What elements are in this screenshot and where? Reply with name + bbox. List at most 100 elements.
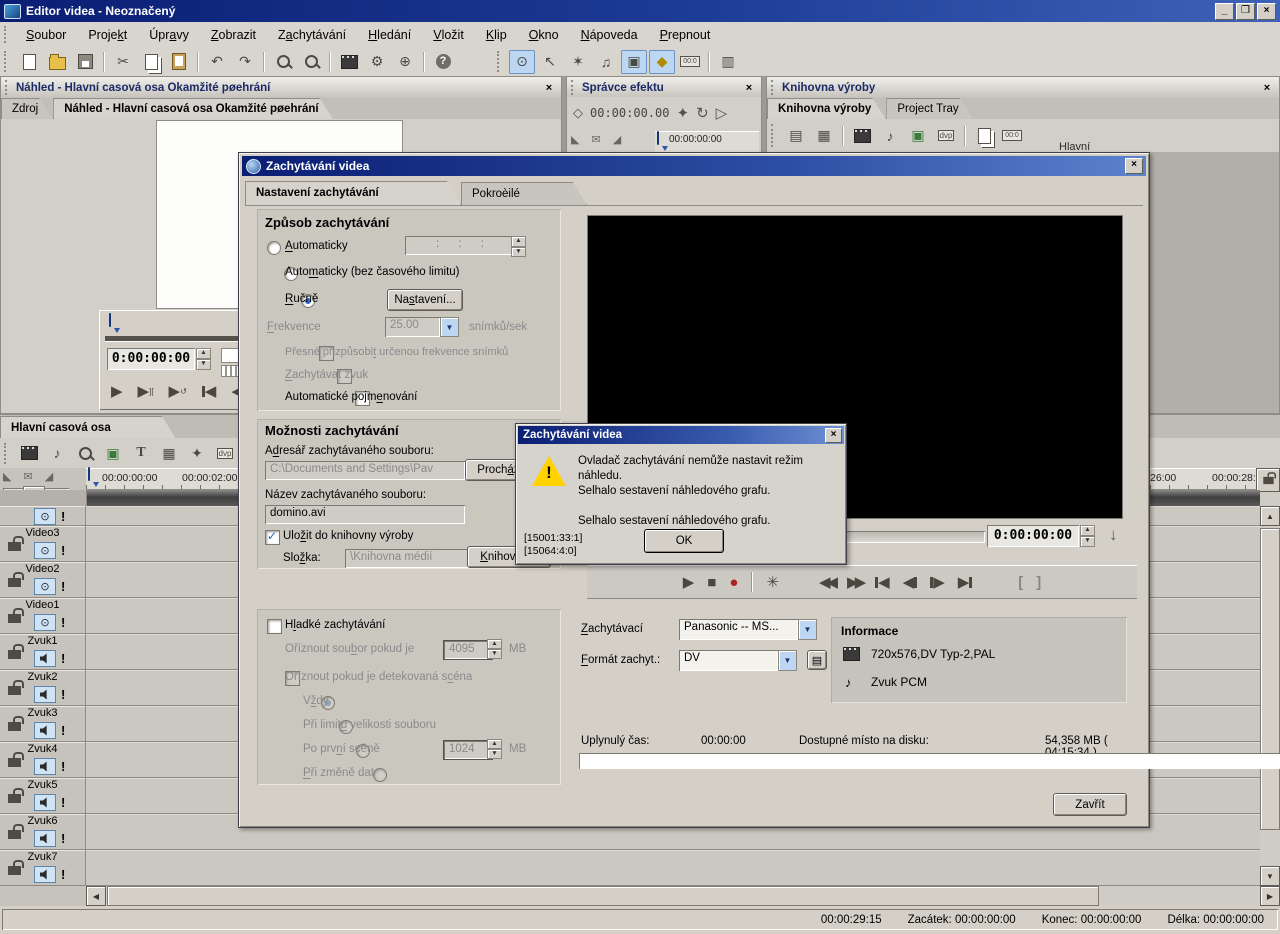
- add-image-button[interactable]: ▣: [905, 124, 931, 148]
- menu-item[interactable]: Hledání: [357, 26, 422, 44]
- track-header[interactable]: Zvuk7 ⊙ !: [0, 850, 86, 886]
- scene-size-field[interactable]: 1024: [443, 740, 493, 760]
- minimize-button[interactable]: _: [1215, 3, 1234, 20]
- fast-forward-button[interactable]: ▶▶: [847, 573, 862, 591]
- media-window-button[interactable]: ▣: [621, 50, 647, 74]
- save-button[interactable]: [72, 50, 98, 74]
- tab-project-tray[interactable]: Project Tray: [886, 98, 973, 120]
- add-video-button[interactable]: [849, 124, 875, 148]
- capture-timecode[interactable]: 0:00:00:00: [987, 525, 1079, 547]
- vertical-scrollbar[interactable]: ▲ ▼: [1260, 506, 1280, 886]
- mark-in-button[interactable]: [: [1018, 574, 1023, 591]
- add-image-track-button[interactable]: ▣: [100, 441, 126, 465]
- track-visibility-icon[interactable]: ⊙: [34, 578, 56, 595]
- menu-item[interactable]: Úpravy: [138, 26, 200, 44]
- track-header[interactable]: Zvuk2 ⊙ !: [0, 670, 86, 706]
- close-capture-button[interactable]: Zavřít: [1053, 793, 1127, 816]
- chevron-down-icon[interactable]: ▼: [440, 317, 459, 337]
- scene-size-spinner[interactable]: ▲▼: [487, 739, 502, 759]
- track-header[interactable]: Zvuk3 ⊙ !: [0, 706, 86, 742]
- auto-time-field[interactable]: : : :: [405, 236, 515, 255]
- auto-time-spinner[interactable]: ▲▼: [511, 236, 526, 257]
- restore-button[interactable]: ❐: [1236, 3, 1255, 20]
- help-button[interactable]: ?: [430, 50, 456, 74]
- add-grid-button[interactable]: ▦: [156, 441, 182, 465]
- capture-format-combo[interactable]: DV ▼: [679, 650, 797, 671]
- open-button[interactable]: [44, 50, 70, 74]
- keyframe-icon[interactable]: ◇: [573, 105, 583, 121]
- menu-item[interactable]: Zachytávání: [267, 26, 357, 44]
- go-start-button[interactable]: ◀: [875, 573, 890, 591]
- dialog-close-button[interactable]: ×: [1125, 158, 1143, 174]
- track-header[interactable]: Video1 ⊙ !: [0, 598, 86, 634]
- snapshot-button[interactable]: ✳: [766, 573, 779, 591]
- close-panel-icon[interactable]: ×: [742, 82, 756, 94]
- lock-icon[interactable]: [8, 722, 21, 731]
- library-timecode-button[interactable]: 00:0: [999, 124, 1025, 148]
- ok-button[interactable]: OK: [644, 529, 724, 553]
- play-in-out-button[interactable]: ▶][: [138, 382, 154, 400]
- tab-capture-settings[interactable]: Nastavení zachytávání: [245, 181, 461, 205]
- track-audio-icon[interactable]: [34, 830, 56, 847]
- reset-button[interactable]: ↻: [696, 104, 709, 122]
- detach-audio-button[interactable]: [72, 441, 98, 465]
- radio-data-change[interactable]: [373, 768, 387, 782]
- chevron-down-icon[interactable]: ▼: [798, 619, 817, 640]
- tab-advanced[interactable]: Pokroèilé: [461, 182, 587, 205]
- frame-forward-button[interactable]: ▶: [930, 573, 945, 591]
- zoom-in-ramp-icon[interactable]: ◢: [45, 470, 53, 483]
- preview-timecode-spinner[interactable]: ▲▼: [196, 348, 211, 370]
- track-visibility-icon[interactable]: ⊙: [34, 542, 56, 559]
- zoom-out-ramp-icon[interactable]: ◣: [3, 470, 11, 483]
- add-title-track-button[interactable]: T: [128, 441, 154, 465]
- capture-dialog-titlebar[interactable]: Zachytávání videa ×: [242, 156, 1146, 176]
- track-audio-icon[interactable]: [34, 686, 56, 703]
- audio-window-button[interactable]: ♫: [593, 50, 619, 74]
- checkbox-smooth-capture-label[interactable]: Hladké zachytávání: [285, 619, 385, 631]
- menu-item[interactable]: Okno: [518, 26, 570, 44]
- menu-item[interactable]: Soubor: [15, 26, 77, 44]
- mark-out-button[interactable]: ]: [1036, 574, 1041, 591]
- radio-manual-label[interactable]: Ručně: [285, 293, 318, 305]
- lock-icon[interactable]: [8, 830, 21, 839]
- new-document-button[interactable]: [16, 50, 42, 74]
- folder-field[interactable]: \Knihovna médií: [345, 549, 469, 568]
- vertical-scroll-thumb[interactable]: [1260, 528, 1280, 830]
- paste-button[interactable]: [166, 50, 192, 74]
- add-dvp-track-button[interactable]: dvp: [212, 441, 238, 465]
- radio-automatic-label[interactable]: Automaticky: [285, 240, 348, 252]
- scroll-down-button[interactable]: ▼: [1260, 866, 1280, 886]
- view-detail-button[interactable]: ▤: [783, 124, 809, 148]
- menu-item[interactable]: Projekt: [77, 26, 138, 44]
- zoom-out-button[interactable]: [298, 50, 324, 74]
- scroll-up-button[interactable]: ▲: [1260, 506, 1280, 526]
- preview-timecode[interactable]: 0:00:00:00: [107, 348, 195, 370]
- timeline-playhead-marker[interactable]: [88, 467, 90, 481]
- ruler-lock-button[interactable]: [1256, 468, 1280, 492]
- title-bar[interactable]: Editor videa - Neoznačený _ ❐ ×: [0, 0, 1280, 22]
- error-close-button[interactable]: ×: [825, 428, 842, 443]
- add-transition-button[interactable]: ✦: [184, 441, 210, 465]
- capture-device-combo[interactable]: Panasonic -- MS... ▼: [679, 619, 817, 640]
- web-button[interactable]: ⊕: [392, 50, 418, 74]
- menu-item[interactable]: Zobrazit: [200, 26, 267, 44]
- track-header[interactable]: Zvuk4 ⊙ !: [0, 742, 86, 778]
- horizontal-scroll-thumb[interactable]: [107, 886, 1099, 906]
- lock-icon[interactable]: [8, 686, 21, 695]
- stamp-button[interactable]: ✦: [676, 104, 689, 122]
- track-audio-icon[interactable]: [34, 866, 56, 883]
- undo-button[interactable]: ↶: [204, 50, 230, 74]
- preview-panel-header[interactable]: Náhled - Hlavní casová osa Okamžité pøeh…: [0, 76, 562, 98]
- add-video-track-button[interactable]: [16, 441, 42, 465]
- format-details-button[interactable]: ▤: [807, 650, 827, 670]
- split-size-spinner[interactable]: ▲▼: [487, 639, 502, 659]
- track-audio-icon[interactable]: [34, 722, 56, 739]
- effects-window-button[interactable]: ◆: [649, 50, 675, 74]
- track-lane[interactable]: [86, 850, 1260, 886]
- add-audio-track-button[interactable]: ♪: [44, 441, 70, 465]
- checkbox-save-library[interactable]: [265, 530, 280, 545]
- capture-name-field[interactable]: domino.avi: [265, 505, 465, 524]
- tab-source[interactable]: Zdroj: [1, 98, 53, 120]
- play-button[interactable]: ▶: [111, 382, 123, 400]
- effects-ruler-marker[interactable]: [657, 131, 659, 145]
